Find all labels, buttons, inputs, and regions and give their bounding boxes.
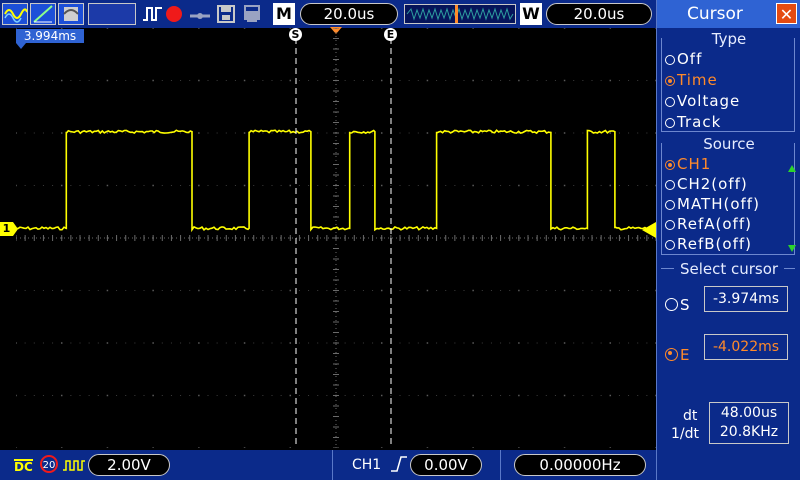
memory-depth-indicator[interactable] [404,4,516,24]
timebase-readout[interactable]: 20.0us [300,3,398,25]
volts-per-div-readout[interactable]: 2.00V [88,454,170,476]
bottom-divider [332,450,333,480]
probe-signal-icon [62,457,86,477]
bottom-divider-2 [500,450,501,480]
scroll-up-icon[interactable] [788,165,796,172]
radio-off-icon [665,298,678,311]
top-toolbar: M 20.0us W 20.0us [0,0,656,28]
radio-off-icon [665,220,675,230]
source-option-math[interactable]: MATH(off) [665,195,760,213]
bandwidth-limit-icon[interactable]: 20 [40,455,58,473]
link-icon[interactable] [188,8,212,27]
window-timebase-readout[interactable]: 20.0us [546,3,652,25]
select-cursor-e[interactable]: E [665,346,690,364]
waveform-canvas [15,27,657,449]
source-option-refb[interactable]: RefB(off) [665,235,752,253]
scroll-down-icon[interactable] [788,245,796,252]
type-option-voltage[interactable]: Voltage [665,92,740,110]
radio-off-icon [665,200,675,210]
menu-title-bar: Cursor ✕ [657,0,800,28]
source-group-header: Source [657,135,800,153]
menu-title: Cursor [687,4,743,24]
select-cursor-s[interactable]: S [665,296,691,314]
persistence-icon[interactable] [58,3,84,25]
radio-off-icon [665,55,675,65]
radio-off-icon [665,240,675,250]
type-option-time[interactable]: Time [665,71,718,89]
radio-off-icon [665,97,675,107]
radio-on-icon [665,348,678,361]
ch1-ground-marker[interactable]: 1 [0,222,13,236]
source-option-ch1[interactable]: CH1 [665,155,711,173]
radio-off-icon [665,118,675,128]
trigger-level-readout[interactable]: 0.00V [410,454,482,476]
select-cursor-header: Select cursor [657,260,800,278]
trigger-offset-arrow-icon [16,43,26,49]
vector-mode-icon[interactable] [30,3,56,25]
inv-dt-label: 1/dt [671,426,699,442]
cursor-menu-panel: Cursor ✕ Type Off Time Voltage Track Sou… [656,0,800,480]
cursor-e-label[interactable]: E [384,28,397,41]
waveform-display[interactable] [15,27,657,449]
window-timebase-badge[interactable]: W [520,3,542,25]
record-icon[interactable] [166,6,182,22]
dt-value: 48.00us [720,405,778,421]
source-option-ch2[interactable]: CH2(off) [665,175,748,193]
rising-edge-icon[interactable] [390,455,408,477]
print-icon[interactable] [242,4,262,28]
trigger-mode-icon[interactable] [142,5,164,27]
main-timebase-badge[interactable]: M [273,3,295,25]
type-option-off[interactable]: Off [665,50,702,68]
cursor-s-label[interactable]: S [289,28,302,41]
radio-on-icon [665,76,675,86]
cursor-e-value[interactable]: -4.022ms [704,334,788,360]
ch1-ground-arrow-icon [13,222,18,236]
radio-on-icon [665,160,675,170]
save-icon[interactable] [216,4,236,28]
bottom-status-bar: DC 20 2.00V CH1 0.00V 0.00000Hz [0,450,656,480]
trigger-offset-label: 3.994ms [16,29,84,43]
ch1-trace [15,129,656,233]
trigger-source-label[interactable]: CH1 [352,457,381,473]
graticule [15,27,657,449]
source-option-refa[interactable]: RefA(off) [665,215,752,233]
type-option-track[interactable]: Track [665,113,721,131]
coupling-label[interactable]: DC [14,459,33,474]
type-group-header: Type [657,30,800,48]
frequency-counter-readout: 0.00000Hz [514,454,646,476]
cursor-s-value[interactable]: -3.974ms [704,286,788,312]
close-icon[interactable]: ✕ [776,3,797,24]
trigger-level-marker[interactable] [642,222,656,238]
inv-dt-value: 20.8KHz [719,424,779,440]
dt-label: dt [683,408,698,424]
radio-off-icon [665,180,675,190]
acquire-status-box [88,3,136,25]
waveform-mode-icon[interactable] [2,3,28,25]
